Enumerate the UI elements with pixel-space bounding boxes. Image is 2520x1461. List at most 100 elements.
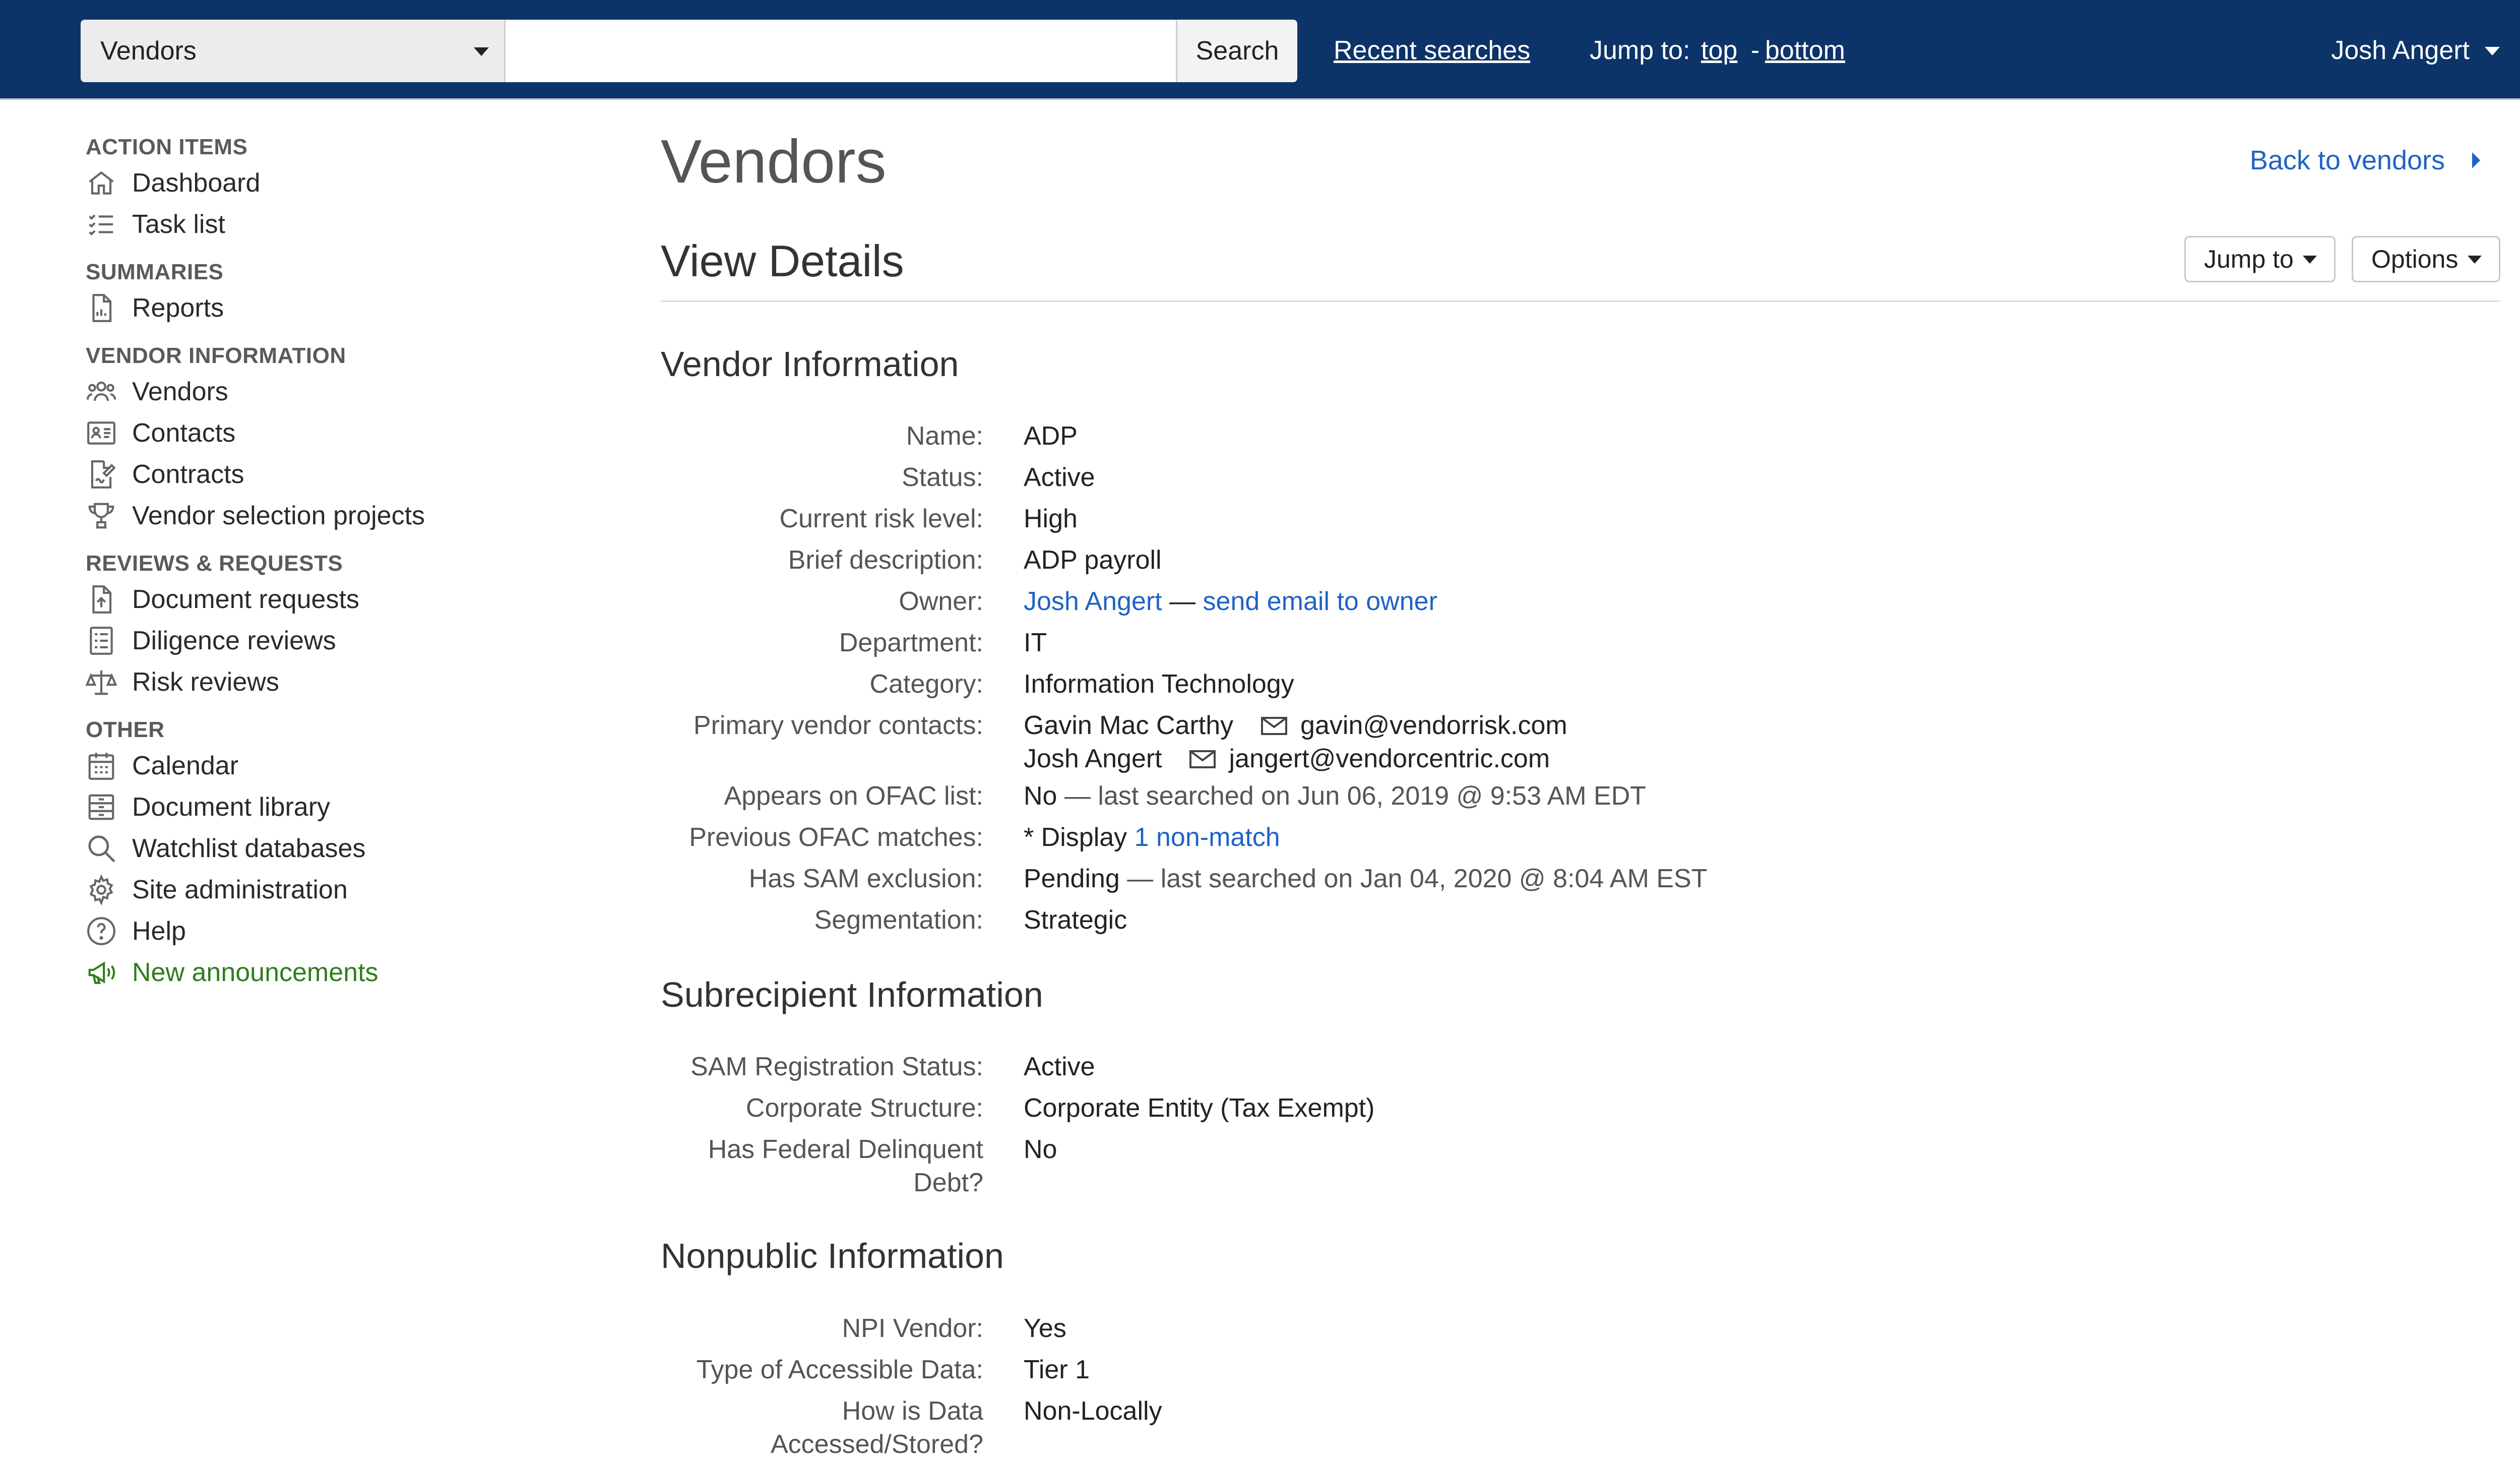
recent-searches-link[interactable]: Recent searches: [1334, 0, 1530, 101]
page-title: Vendors: [661, 127, 887, 196]
jump-top-link[interactable]: top: [1701, 0, 1737, 101]
field-row-previous-ofac: Previous OFAC matches: * Display 1 non-m…: [661, 817, 2500, 858]
sidebar-item-label: Document requests: [132, 585, 359, 614]
field-row-primary-contacts: Primary vendor contacts: Gavin Mac Carth…: [661, 705, 2500, 775]
user-menu[interactable]: Josh Angert: [2331, 0, 2500, 101]
field-value: Josh Angert — send email to owner: [1024, 581, 1437, 622]
field-value: Active: [1024, 463, 1095, 492]
field-label: Appears on OFAC list:: [724, 781, 983, 811]
jump-to-button[interactable]: Jump to: [2184, 236, 2336, 282]
field-label-line: How is Data: [842, 1396, 983, 1426]
field-value: Gavin Mac Carthy gavin@vendorrisk.com Jo…: [1024, 705, 1567, 775]
back-link-label: Back to vendors: [2249, 145, 2445, 175]
field-label: SAM Registration Status:: [690, 1052, 983, 1081]
ofac-value: No: [1024, 781, 1057, 811]
field-label: Current risk level:: [779, 504, 983, 533]
sidebar-item-label: New announcements: [132, 958, 379, 987]
main-content: Vendors Back to vendors View Details Jum…: [661, 121, 2500, 1459]
sidebar-item-help[interactable]: Help: [86, 910, 590, 952]
field-label: Department:: [839, 628, 983, 657]
field-row-department: Department: IT: [661, 622, 2500, 663]
balance-scale-icon: [85, 666, 117, 698]
sidebar-section-title: VENDOR INFORMATION: [86, 343, 346, 368]
contact-email[interactable]: gavin@vendorrisk.com: [1300, 711, 1567, 740]
sam-value: Pending: [1024, 864, 1120, 893]
sidebar-item-risk-reviews[interactable]: Risk reviews: [85, 661, 590, 703]
sidebar-item-watchlist-databases[interactable]: Watchlist databases: [86, 828, 590, 869]
sidebar-item-diligence-reviews[interactable]: Diligence reviews: [86, 620, 590, 661]
jump-bottom-link[interactable]: bottom: [1765, 0, 1845, 101]
field-label-line: Debt?: [913, 1168, 983, 1197]
sidebar-item-new-announcements[interactable]: New announcements: [86, 952, 590, 993]
field-row-owner: Owner: Josh Angert — send email to owner: [661, 581, 2500, 622]
field-value: Tier 1: [1024, 1355, 1090, 1384]
sidebar-section-title: REVIEWS & REQUESTS: [86, 551, 343, 576]
field-value: Non-Locally: [1024, 1396, 1162, 1426]
field-label: NPI Vendor:: [842, 1314, 983, 1343]
send-email-to-owner-link[interactable]: send email to owner: [1203, 587, 1437, 616]
sidebar-item-dashboard[interactable]: Dashboard: [86, 162, 590, 204]
back-to-vendors-link[interactable]: Back to vendors: [2250, 140, 2480, 180]
options-button[interactable]: Options: [2352, 236, 2500, 282]
field-row-risk: Current risk level: High: [661, 498, 2500, 539]
field-row-federal-debt: Has Federal Delinquent Debt? No: [661, 1129, 2500, 1199]
search-button[interactable]: Search: [1176, 20, 1297, 82]
field-row-segmentation: Segmentation: Strategic: [661, 899, 2500, 941]
contact-email[interactable]: jangert@vendorcentric.com: [1229, 744, 1550, 773]
sidebar-item-label: Contacts: [132, 418, 236, 448]
field-value: ADP payroll: [1024, 545, 1162, 575]
chevron-down-icon: [2468, 256, 2482, 264]
vendor-information-list: Name: ADP Status: Active Current risk le…: [661, 415, 2500, 941]
ofac-non-match-link[interactable]: 1 non-match: [1135, 823, 1280, 852]
field-row-corporate-structure: Corporate Structure: Corporate Entity (T…: [661, 1087, 2500, 1129]
options-button-label: Options: [2371, 245, 2459, 273]
checklist-icon: [86, 625, 117, 656]
top-navbar: Vendors Search Recent searches Jump to: …: [0, 0, 2520, 100]
megaphone-icon: [86, 957, 117, 988]
trophy-icon: [86, 500, 117, 531]
field-row-name: Name: ADP: [661, 415, 2500, 457]
chevron-right-icon: [2472, 152, 2480, 168]
contact-name: Gavin Mac Carthy: [1024, 711, 1234, 740]
sidebar-item-contacts[interactable]: Contacts: [86, 412, 590, 454]
field-label: Type of Accessible Data:: [696, 1355, 983, 1384]
owner-link[interactable]: Josh Angert: [1024, 587, 1162, 616]
address-card-icon: [86, 417, 117, 449]
field-row-ofac: Appears on OFAC list: No — last searched…: [661, 775, 2500, 817]
ofac-note: — last searched on Jun 06, 2019 @ 9:53 A…: [1064, 781, 1647, 811]
search-icon: [86, 833, 117, 864]
search-input[interactable]: [506, 20, 1176, 82]
field-label: Name:: [906, 421, 983, 451]
sidebar-section-title: SUMMARIES: [86, 260, 224, 284]
field-value: No — last searched on Jun 06, 2019 @ 9:5…: [1024, 775, 1646, 817]
sidebar-item-label: Document library: [132, 793, 331, 822]
field-value: ADP: [1024, 421, 1078, 451]
nonpublic-information-title: Nonpublic Information: [661, 1236, 1004, 1275]
sidebar-item-label: Dashboard: [132, 168, 261, 198]
sidebar-item-vendors[interactable]: Vendors: [86, 371, 590, 412]
field-label: Segmentation:: [814, 905, 983, 935]
sidebar-item-contracts[interactable]: Contracts: [86, 454, 590, 495]
sidebar-item-document-library[interactable]: Document library: [86, 786, 590, 828]
sidebar-item-document-requests[interactable]: Document requests: [86, 579, 590, 620]
owner-separator: —: [1169, 587, 1196, 616]
field-value: Yes: [1024, 1314, 1066, 1343]
sidebar-item-label: Vendor selection projects: [132, 501, 425, 530]
sidebar-section-title: ACTION ITEMS: [86, 135, 248, 159]
field-label-line: Has Federal Delinquent: [708, 1135, 983, 1164]
field-label: Status:: [902, 463, 983, 492]
sidebar-item-calendar[interactable]: Calendar: [86, 745, 590, 786]
search-scope-select[interactable]: Vendors: [81, 20, 506, 82]
sidebar: ACTION ITEMS Dashboard Task list SUMMARI…: [85, 132, 590, 993]
sidebar-item-site-administration[interactable]: Site administration: [86, 869, 590, 910]
search-scope-value: Vendors: [100, 36, 197, 66]
sidebar-item-reports[interactable]: Reports: [86, 287, 590, 329]
search-group: Vendors Search: [81, 20, 1297, 82]
field-value: Pending — last searched on Jan 04, 2020 …: [1024, 858, 1708, 899]
field-value: No: [1024, 1135, 1057, 1164]
sidebar-item-task-list[interactable]: Task list: [86, 204, 590, 245]
sidebar-item-label: Diligence reviews: [132, 626, 336, 655]
field-label-line: Accessed/Stored?: [770, 1430, 983, 1459]
report-icon: [86, 292, 117, 324]
sidebar-item-vendor-selection-projects[interactable]: Vendor selection projects: [86, 495, 590, 536]
